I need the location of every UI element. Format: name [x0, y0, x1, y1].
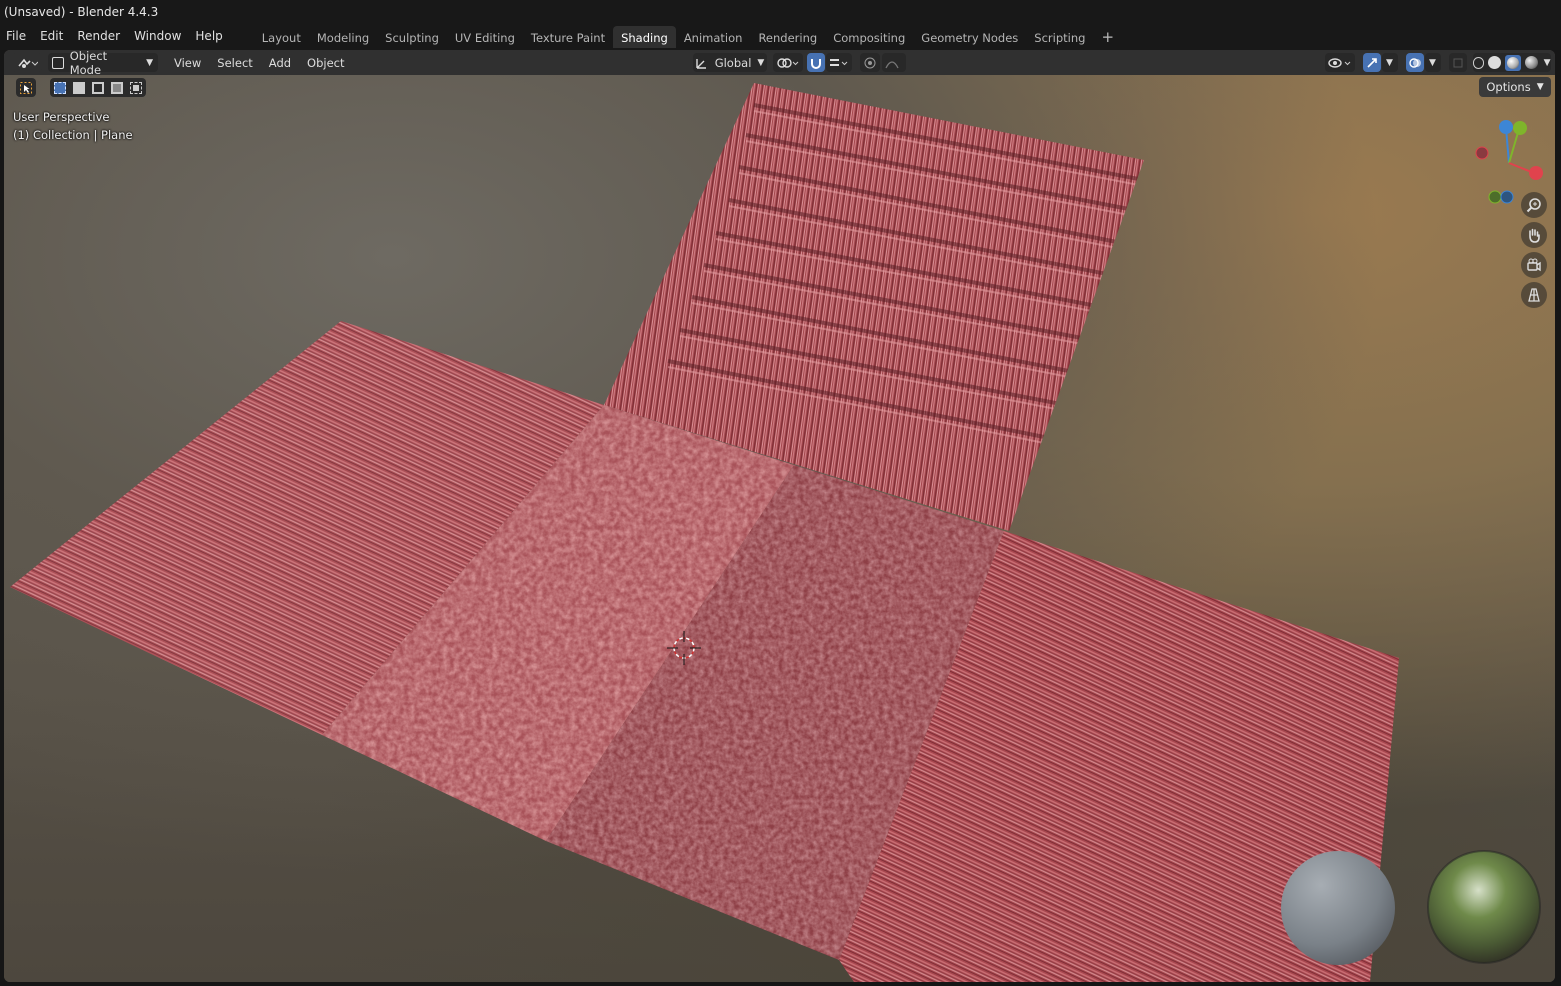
object-mode-icon [52, 56, 64, 69]
xray-icon [1453, 58, 1463, 67]
gizmo-dropdown[interactable]: ▼ [1381, 53, 1398, 72]
proportional-icon [864, 57, 876, 68]
scene-render [10, 83, 1543, 982]
menu-object[interactable]: Object [299, 56, 352, 70]
select-extend-icon[interactable] [72, 81, 85, 94]
grid-perspective-icon [1528, 288, 1540, 302]
overlays-toggle[interactable] [1405, 53, 1424, 72]
select-invert-icon[interactable] [111, 81, 124, 94]
menu-select[interactable]: Select [209, 56, 260, 70]
tab-sculpting[interactable]: Sculpting [377, 26, 447, 48]
menu-add[interactable]: Add [261, 56, 299, 70]
solid-shading-icon[interactable] [1488, 56, 1502, 69]
pan-button[interactable] [1521, 222, 1547, 248]
material-preview-shading-icon[interactable] [1505, 54, 1521, 71]
tab-modeling[interactable]: Modeling [309, 26, 377, 48]
xray-toggle[interactable] [1448, 53, 1467, 72]
window-titlebar: (Unsaved) - Blender 4.4.3 [0, 0, 1561, 24]
falloff-dropdown[interactable] [881, 53, 906, 72]
gizmo-toggle[interactable] [1362, 53, 1381, 72]
menu-render[interactable]: Render [70, 24, 127, 50]
editor-type-button[interactable] [12, 53, 42, 72]
visibility-dropdown[interactable] [1324, 53, 1355, 72]
transform-orientation-dropdown[interactable]: Global ▼ [692, 53, 767, 72]
tab-rendering[interactable]: Rendering [750, 26, 825, 48]
menu-window[interactable]: Window [127, 24, 188, 50]
camera-view-button[interactable] [1521, 252, 1547, 278]
select-tool-button[interactable] [16, 78, 36, 97]
select-tool-row [16, 78, 146, 97]
menu-edit[interactable]: Edit [33, 24, 70, 50]
tab-layout[interactable]: Layout [254, 26, 309, 48]
viewport-header: Object Mode ▼ View Select Add Object Glo… [4, 50, 1555, 77]
material-preview-sphere [1281, 851, 1395, 965]
perspective-toggle-button[interactable] [1521, 282, 1547, 308]
viewport-canvas[interactable]: User Perspective (1) Collection | Plane … [4, 75, 1555, 982]
shading-mode-group: ▼ [1472, 53, 1551, 72]
camera-icon [1527, 258, 1541, 272]
selection-mode-group [50, 78, 146, 97]
editor-type-icon [18, 58, 38, 68]
chevron-down-icon: ▼ [1386, 57, 1393, 68]
select-box-icon [20, 81, 32, 94]
eye-icon [1327, 57, 1350, 68]
tab-uv-editing[interactable]: UV Editing [447, 26, 523, 48]
workspace-tabs: Layout Modeling Sculpting UV Editing Tex… [254, 24, 1122, 50]
tab-geometry-nodes[interactable]: Geometry Nodes [913, 26, 1026, 48]
zoom-icon [1526, 198, 1541, 213]
3d-viewport-editor: Object Mode ▼ View Select Add Object Glo… [4, 50, 1555, 982]
snap-toggle[interactable] [806, 53, 825, 72]
pivot-point-dropdown[interactable] [772, 53, 803, 72]
top-menubar: File Edit Render Window Help Layout Mode… [0, 24, 1561, 50]
options-dropdown[interactable]: Options ▼ [1479, 77, 1551, 97]
zoom-button[interactable] [1521, 192, 1547, 218]
chevron-down-icon: ▼ [1429, 57, 1436, 68]
view-name-label: User Perspective [13, 110, 110, 124]
snap-increment-icon [829, 58, 847, 66]
orientation-label: Global [714, 55, 752, 70]
options-label: Options [1486, 80, 1531, 94]
snap-target-dropdown[interactable] [825, 53, 852, 72]
wireframe-shading-icon[interactable] [1472, 56, 1485, 69]
chevron-down-icon: ▼ [146, 57, 153, 68]
chevron-down-icon: ▼ [1536, 82, 1544, 92]
add-workspace-icon[interactable]: + [1093, 26, 1122, 48]
tab-texture-paint[interactable]: Texture Paint [523, 26, 613, 48]
menu-view[interactable]: View [166, 56, 209, 70]
tab-compositing[interactable]: Compositing [825, 26, 913, 48]
mode-label: Object Mode [69, 50, 108, 77]
gizmo-icon [1366, 57, 1377, 68]
falloff-curve-icon [884, 60, 899, 68]
select-intersect-icon[interactable] [130, 81, 143, 94]
collection-info-label: (1) Collection | Plane [13, 128, 133, 142]
chevron-down-icon: ▼ [757, 57, 765, 68]
orientation-icon [696, 58, 706, 69]
window-title: (Unsaved) - Blender 4.4.3 [4, 5, 159, 19]
menu-help[interactable]: Help [188, 24, 229, 50]
overlays-icon [1408, 57, 1421, 68]
hand-icon [1529, 228, 1540, 243]
overlays-dropdown[interactable]: ▼ [1424, 53, 1441, 72]
pivot-icon [776, 57, 798, 68]
mode-dropdown[interactable]: Object Mode ▼ [48, 50, 158, 77]
proportional-editing-toggle[interactable] [859, 53, 880, 72]
select-new-icon[interactable] [53, 81, 66, 94]
magnet-icon [810, 58, 821, 69]
chevron-down-icon[interactable]: ▼ [1544, 58, 1551, 68]
select-subtract-icon[interactable] [91, 81, 104, 94]
tab-scripting[interactable]: Scripting [1026, 26, 1093, 48]
tab-animation[interactable]: Animation [676, 26, 751, 48]
navigation-gizmo[interactable] [1475, 120, 1543, 204]
menu-file[interactable]: File [0, 24, 33, 50]
tab-shading[interactable]: Shading [613, 26, 676, 48]
rendered-shading-icon[interactable] [1524, 56, 1538, 69]
